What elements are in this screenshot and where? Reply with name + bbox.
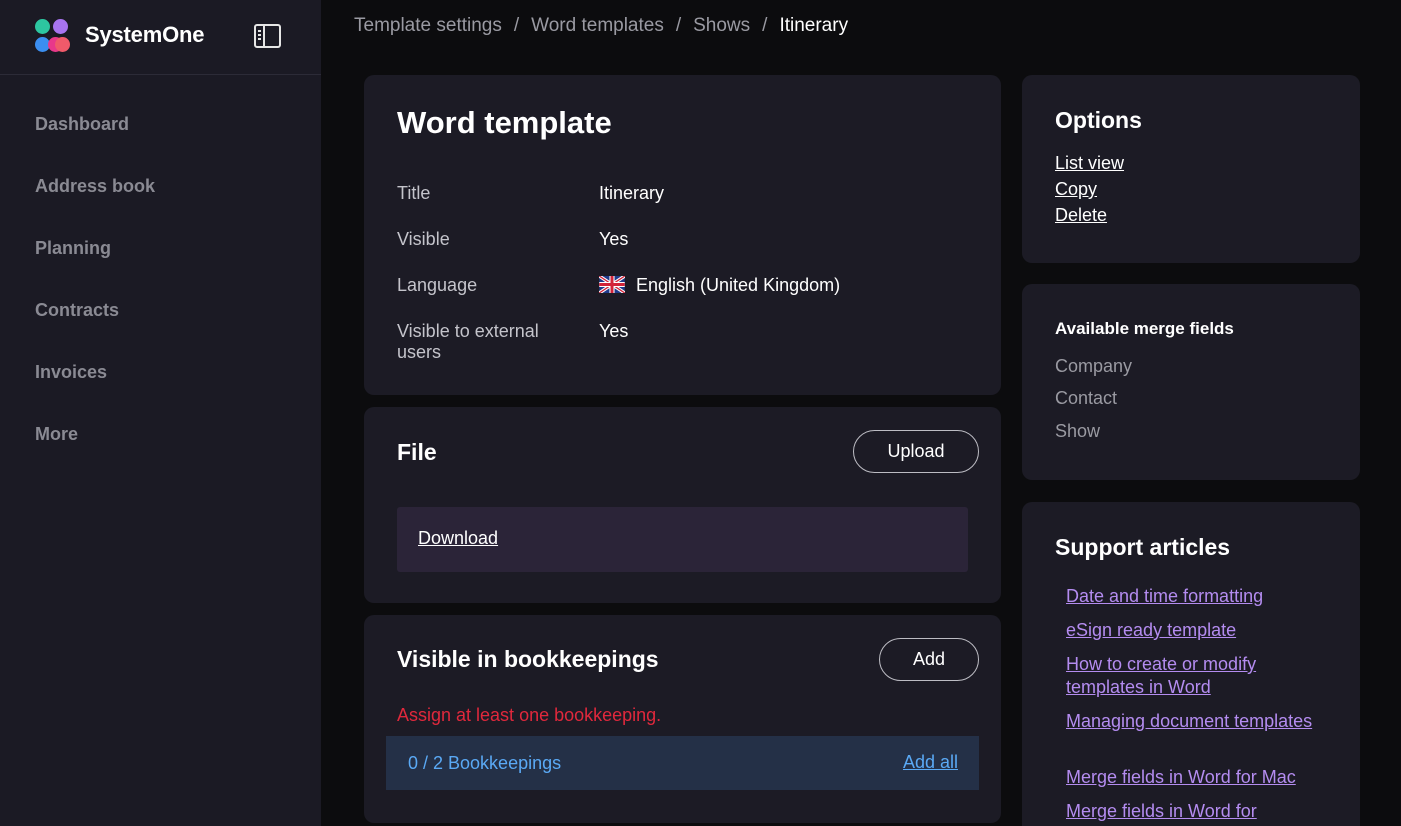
breadcrumb-word-templates[interactable]: Word templates: [531, 15, 664, 36]
sidebar: SystemOne Dashboard Address book Plannin…: [0, 0, 321, 826]
delete-link[interactable]: Delete: [1055, 205, 1107, 226]
field-value-visible: Yes: [599, 229, 629, 249]
sidebar-nav: Dashboard Address book Planning Contract…: [35, 114, 155, 486]
bookkeepings-count: 0 / 2 Bookkeepings: [408, 753, 562, 773]
sidebar-header: SystemOne: [0, 0, 321, 75]
breadcrumb-separator: /: [762, 15, 768, 36]
download-box: Download: [397, 507, 968, 572]
field-label-external: Visible to external users: [397, 321, 539, 362]
warning-message: Assign at least one bookkeeping.: [397, 705, 662, 725]
file-title: File: [397, 439, 437, 465]
bookkeepings-bar: 0 / 2 Bookkeepings Add all: [386, 736, 979, 790]
field-label-language: Language: [397, 275, 478, 295]
support-link-date-time[interactable]: Date and time formatting: [1066, 585, 1336, 608]
breadcrumb-current: Itinerary: [779, 15, 849, 36]
support-link-managing[interactable]: Managing document templates: [1066, 710, 1336, 733]
breadcrumb-template-settings[interactable]: Template settings: [354, 15, 502, 36]
field-value-external: Yes: [599, 321, 629, 341]
support-link-merge-word[interactable]: Merge fields in Word for: [1066, 800, 1336, 823]
options-title: Options: [1055, 107, 1142, 133]
sidebar-item-dashboard[interactable]: Dashboard: [35, 114, 155, 176]
merge-fields-card: Available merge fields Company Contact S…: [1022, 284, 1360, 480]
merge-field-company[interactable]: Company: [1055, 356, 1132, 377]
field-label-title: Title: [397, 183, 431, 203]
merge-field-contact[interactable]: Contact: [1055, 388, 1117, 409]
upload-button[interactable]: Upload: [853, 430, 979, 473]
brand-name[interactable]: SystemOne: [85, 22, 204, 48]
sidebar-item-more[interactable]: More: [35, 424, 155, 486]
copy-link[interactable]: Copy: [1055, 179, 1097, 200]
breadcrumb-separator: /: [675, 15, 682, 36]
breadcrumb-separator: /: [513, 15, 520, 36]
merge-fields-title: Available merge fields: [1055, 319, 1234, 338]
add-bookkeeping-button[interactable]: Add: [879, 638, 979, 681]
support-title: Support articles: [1055, 534, 1231, 560]
add-all-link[interactable]: Add all: [903, 752, 958, 773]
sidebar-item-address-book[interactable]: Address book: [35, 176, 155, 238]
field-value-language: English (United Kingdom): [636, 275, 841, 295]
page-title: Word template: [397, 105, 612, 140]
systemone-logo-icon[interactable]: [35, 19, 70, 53]
uk-flag-icon: [599, 276, 625, 293]
field-value-title: Itinerary: [599, 183, 665, 203]
download-link[interactable]: Download: [418, 528, 498, 549]
sidebar-toggle-icon[interactable]: [254, 24, 281, 48]
sidebar-item-invoices[interactable]: Invoices: [35, 362, 155, 424]
options-card: Options List view Copy Delete: [1022, 75, 1360, 263]
list-view-link[interactable]: List view: [1055, 153, 1124, 174]
bookkeepings-card: Visible in bookkeepings Add Assign at le…: [364, 615, 1001, 823]
field-value-language-row: English (United Kingdom): [599, 275, 840, 296]
bookkeepings-title: Visible in bookkeepings: [397, 646, 659, 672]
breadcrumb: Template settings / Word templates / Shows / I…: [354, 15, 848, 37]
support-link-esign[interactable]: eSign ready template: [1066, 619, 1336, 642]
sidebar-item-planning[interactable]: Planning: [35, 238, 155, 300]
breadcrumb-shows[interactable]: Shows: [693, 15, 750, 36]
field-label-visible: Visible: [397, 229, 450, 249]
sidebar-item-contracts[interactable]: Contracts: [35, 300, 155, 362]
support-link-merge-mac[interactable]: Merge fields in Word for Mac: [1066, 766, 1336, 789]
file-card: File Upload Download: [364, 407, 1001, 603]
support-articles-card: Support articles Date and time formattin…: [1022, 502, 1360, 826]
word-template-card: Word template Title Itinerary Visible Ye…: [364, 75, 1001, 395]
support-link-create-modify[interactable]: How to create or modify templates in Wor…: [1066, 653, 1336, 699]
merge-field-show[interactable]: Show: [1055, 421, 1100, 442]
